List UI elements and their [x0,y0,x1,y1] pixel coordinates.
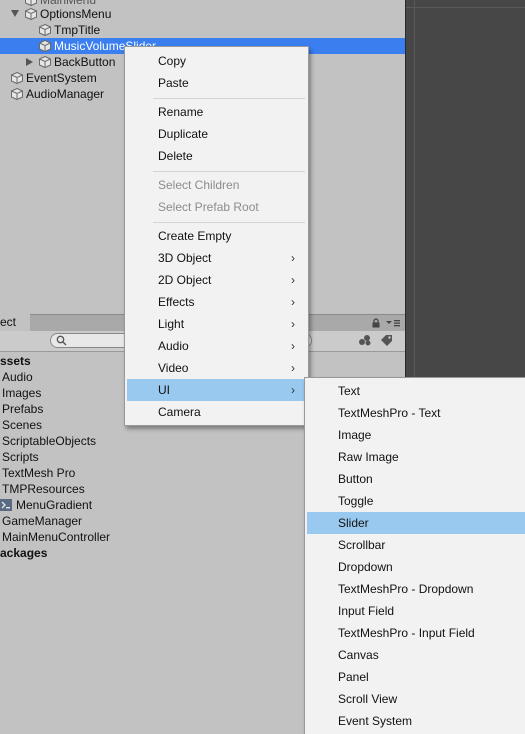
hierarchy-item-optionsmenu[interactable]: OptionsMenu [0,6,405,22]
menu-separator [153,222,305,223]
menu-separator [153,98,305,99]
project-folder-textmesh-pro[interactable]: TextMesh Pro [2,465,75,481]
project-folder-scriptableobjects[interactable]: ScriptableObjects [2,433,96,449]
submenu-item-toggle[interactable]: Toggle [305,490,525,512]
submenu-item-textmeshpro-input-field[interactable]: TextMeshPro - Input Field [305,622,525,644]
menu-item-select-children: Select Children [158,178,240,192]
menu-item-rename[interactable]: Rename [125,101,308,123]
menu-item-copy[interactable]: Copy [125,50,308,72]
submenu-item-textmeshpro-dropdown[interactable]: TextMeshPro - Dropdown [305,578,525,600]
project-folder-packages[interactable]: ackages [0,545,47,561]
menu-item-effects[interactable]: Effects › [125,291,308,313]
search-icon [56,335,67,346]
submenu-item-canvas[interactable]: Canvas [305,644,525,666]
submenu-item-raw-image[interactable]: Raw Image [305,446,525,468]
project-folder-assets[interactable]: ssets [0,353,31,369]
submenu-item-scrollbar[interactable]: Scrollbar [305,534,525,556]
context-menu: Copy Paste Rename Duplicate Delete Selec… [124,46,309,426]
project-folder-prefabs[interactable]: Prefabs [2,401,43,417]
menu-separator [153,171,305,172]
filter-by-label-icon[interactable] [380,334,394,346]
menu-item-2d-object[interactable]: 2D Object › [125,269,308,291]
submenu-item-text[interactable]: Text [305,380,525,402]
submenu-item-image[interactable]: Image [305,424,525,446]
submenu-arrow-icon: › [291,361,295,375]
submenu-arrow-icon: › [291,383,295,397]
hierarchy-item-label: BackButton [54,55,116,69]
gameobject-icon [11,88,23,100]
menu-item-duplicate[interactable]: Duplicate [125,123,308,145]
menu-item-video[interactable]: Video › [125,357,308,379]
hierarchy-item-label: EventSystem [26,71,97,85]
project-asset-mainmenucontroller[interactable]: MainMenuController [2,529,110,545]
shader-asset-icon [0,499,12,511]
submenu-item-event-system[interactable]: Event System [305,710,525,732]
submenu-item-dropdown[interactable]: Dropdown [305,556,525,578]
menu-item-delete[interactable]: Delete [125,145,308,167]
foldout-collapsed-icon[interactable] [26,58,33,66]
gameobject-icon [25,8,37,20]
submenu-arrow-icon: › [291,317,295,331]
panel-options-icon[interactable] [385,318,401,328]
lock-icon[interactable] [371,318,381,328]
project-folder-images[interactable]: Images [2,385,41,401]
filter-by-type-icon[interactable] [358,334,372,346]
submenu-arrow-icon: › [291,251,295,265]
menu-item-ui[interactable]: UI › [127,379,306,401]
project-folder-audio[interactable]: Audio [2,369,33,385]
submenu-item-slider[interactable]: Slider [307,512,525,534]
project-folder-tmpresources[interactable]: TMPResources [2,481,85,497]
submenu-item-button[interactable]: Button [305,468,525,490]
submenu-arrow-icon: › [291,295,295,309]
hierarchy-item-tmptitle[interactable]: TmpTitle [0,22,405,38]
menu-item-select-prefab-root: Select Prefab Root [158,200,259,214]
foldout-expanded-icon[interactable] [11,10,19,17]
submenu-item-input-field[interactable]: Input Field [305,600,525,622]
hierarchy-item-label: TmpTitle [54,23,101,37]
project-asset-gamemanager[interactable]: GameManager [2,513,82,529]
submenu-arrow-icon: › [291,339,295,353]
gameobject-icon [11,72,23,84]
tab-project[interactable]: ect [0,314,30,331]
hierarchy-item-label: AudioManager [26,87,105,101]
submenu-item-textmeshpro-text[interactable]: TextMeshPro - Text [305,402,525,424]
submenu-arrow-icon: › [291,273,295,287]
gameobject-icon [39,24,51,36]
project-folder-scripts[interactable]: Scripts [2,449,39,465]
submenu-item-panel[interactable]: Panel [305,666,525,688]
menu-item-paste[interactable]: Paste [125,72,308,94]
menu-item-audio[interactable]: Audio › [125,335,308,357]
gameobject-icon [39,40,51,52]
scene-grid-line [406,7,525,8]
menu-item-create-empty[interactable]: Create Empty [125,225,308,247]
ui-submenu: Text TextMeshPro - Text Image Raw Image … [304,377,525,734]
menu-item-camera[interactable]: Camera [125,401,308,423]
tab-project-label: ect [0,315,17,329]
gameobject-icon [39,56,51,68]
menu-item-3d-object[interactable]: 3D Object › [125,247,308,269]
submenu-item-scroll-view[interactable]: Scroll View [305,688,525,710]
hierarchy-item-label: OptionsMenu [40,7,112,21]
project-folder-scenes[interactable]: Scenes [2,417,42,433]
menu-item-light[interactable]: Light › [125,313,308,335]
